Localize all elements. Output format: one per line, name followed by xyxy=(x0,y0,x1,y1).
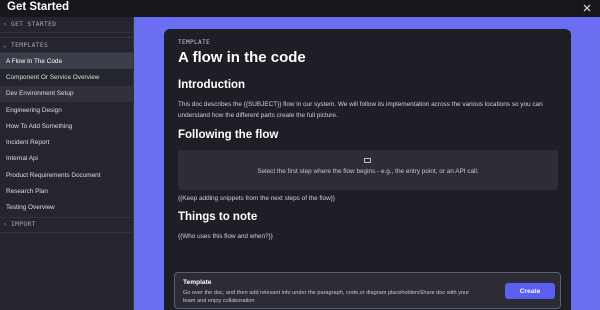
snippet-hint: Select the first step where the flow beg… xyxy=(257,168,479,175)
intro-text: This doc describes the {{SUBJECT}} flow … xyxy=(178,101,543,119)
flow-more-text: {{Keep adding snippets from the next ste… xyxy=(178,195,336,202)
section-label: IMPORT xyxy=(11,221,36,229)
chevron-right-icon: › xyxy=(3,221,8,229)
notes-heading: Things to note xyxy=(178,211,258,223)
preview-area: TEMPLATE A flow in the code Introduction… xyxy=(134,17,600,310)
template-item-internal-api[interactable]: Internal Api xyxy=(0,151,133,167)
close-icon[interactable] xyxy=(581,2,593,14)
template-label: TEMPLATE xyxy=(178,39,211,46)
notes-text: {{Who uses this flow and when?}} xyxy=(178,233,273,240)
template-preview-card: TEMPLATE A flow in the code Introduction… xyxy=(164,29,571,310)
template-item-how-to-add-something[interactable]: How To Add Something xyxy=(0,118,133,134)
template-item-dev-environment-setup[interactable]: Dev Environment Setup xyxy=(0,85,133,102)
template-title: A flow in the code xyxy=(178,49,306,66)
template-item-a-flow-in-the-code[interactable]: A Flow In The Code xyxy=(0,53,133,70)
flow-heading: Following the flow xyxy=(178,129,279,141)
template-item-research-plan[interactable]: Research Plan xyxy=(0,183,133,199)
chevron-down-icon: ⌄ xyxy=(3,41,8,49)
section-label: GET STARTED xyxy=(11,21,57,28)
section-import[interactable]: › IMPORT xyxy=(0,216,133,233)
code-icon xyxy=(364,158,371,163)
banner-title: Template xyxy=(183,279,212,286)
template-item-component-overview[interactable]: Component Or Service Overview xyxy=(0,69,133,85)
chevron-right-icon: › xyxy=(3,21,8,28)
section-label: TEMPLATES xyxy=(11,41,49,49)
sidebar: › GET STARTED ⌄ TEMPLATES A Flow In The … xyxy=(0,17,134,310)
code-snippet-placeholder[interactable]: Select the first step where the flow beg… xyxy=(178,150,558,190)
template-item-incident-report[interactable]: Incident Report xyxy=(0,134,133,150)
template-banner: Template Go over the doc, and then add r… xyxy=(174,272,561,309)
title-bar: Get Started xyxy=(0,0,600,17)
intro-heading: Introduction xyxy=(178,79,246,91)
section-get-started[interactable]: › GET STARTED xyxy=(0,17,133,33)
window-title: Get Started xyxy=(7,1,69,13)
section-templates[interactable]: ⌄ TEMPLATES xyxy=(0,37,133,53)
template-item-product-requirements[interactable]: Product Requirements Document xyxy=(0,167,133,183)
template-item-testing-overview[interactable]: Testing Overview xyxy=(0,200,133,216)
banner-description: Go over the doc, and then add relevant i… xyxy=(183,290,470,304)
create-button[interactable]: Create xyxy=(505,283,555,299)
template-item-engineering-design[interactable]: Engineering Design xyxy=(0,102,133,118)
